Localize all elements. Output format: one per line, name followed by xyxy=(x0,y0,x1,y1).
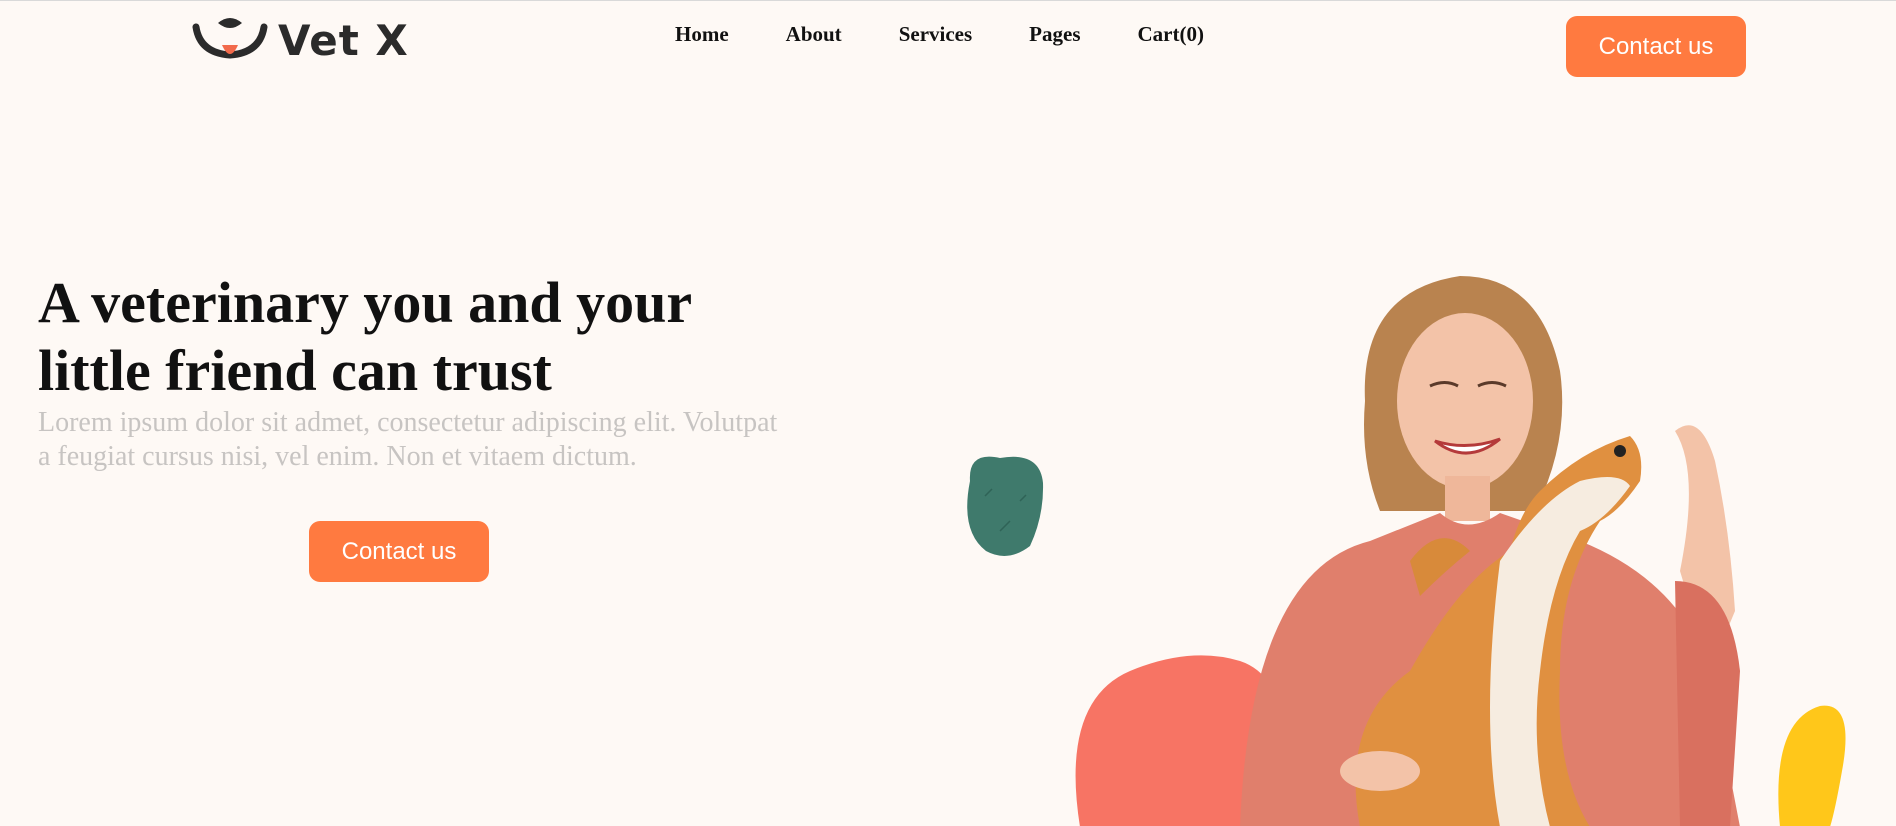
teal-blob xyxy=(967,456,1044,556)
nav-home[interactable]: Home xyxy=(675,21,729,47)
hero-headline: A veterinary you and your little friend … xyxy=(38,270,692,403)
brand-logo[interactable]: Vet X xyxy=(192,15,409,66)
main-nav: Home About Services Pages Cart(0) xyxy=(675,21,1204,47)
brand-name: Vet X xyxy=(278,15,409,65)
yellow-blob xyxy=(1778,705,1846,826)
nav-services[interactable]: Services xyxy=(899,21,972,47)
nav-pages[interactable]: Pages xyxy=(1029,21,1080,47)
hero-illustration xyxy=(940,251,1880,826)
nav-about[interactable]: About xyxy=(786,21,842,47)
nav-cart[interactable]: Cart(0) xyxy=(1138,21,1204,47)
hero-subtext: Lorem ipsum dolor sit admet, consectetur… xyxy=(38,407,778,472)
hero-contact-button[interactable]: Contact us xyxy=(309,521,489,582)
dog-face-logo-icon xyxy=(192,15,268,66)
header-contact-button[interactable]: Contact us xyxy=(1566,16,1746,77)
